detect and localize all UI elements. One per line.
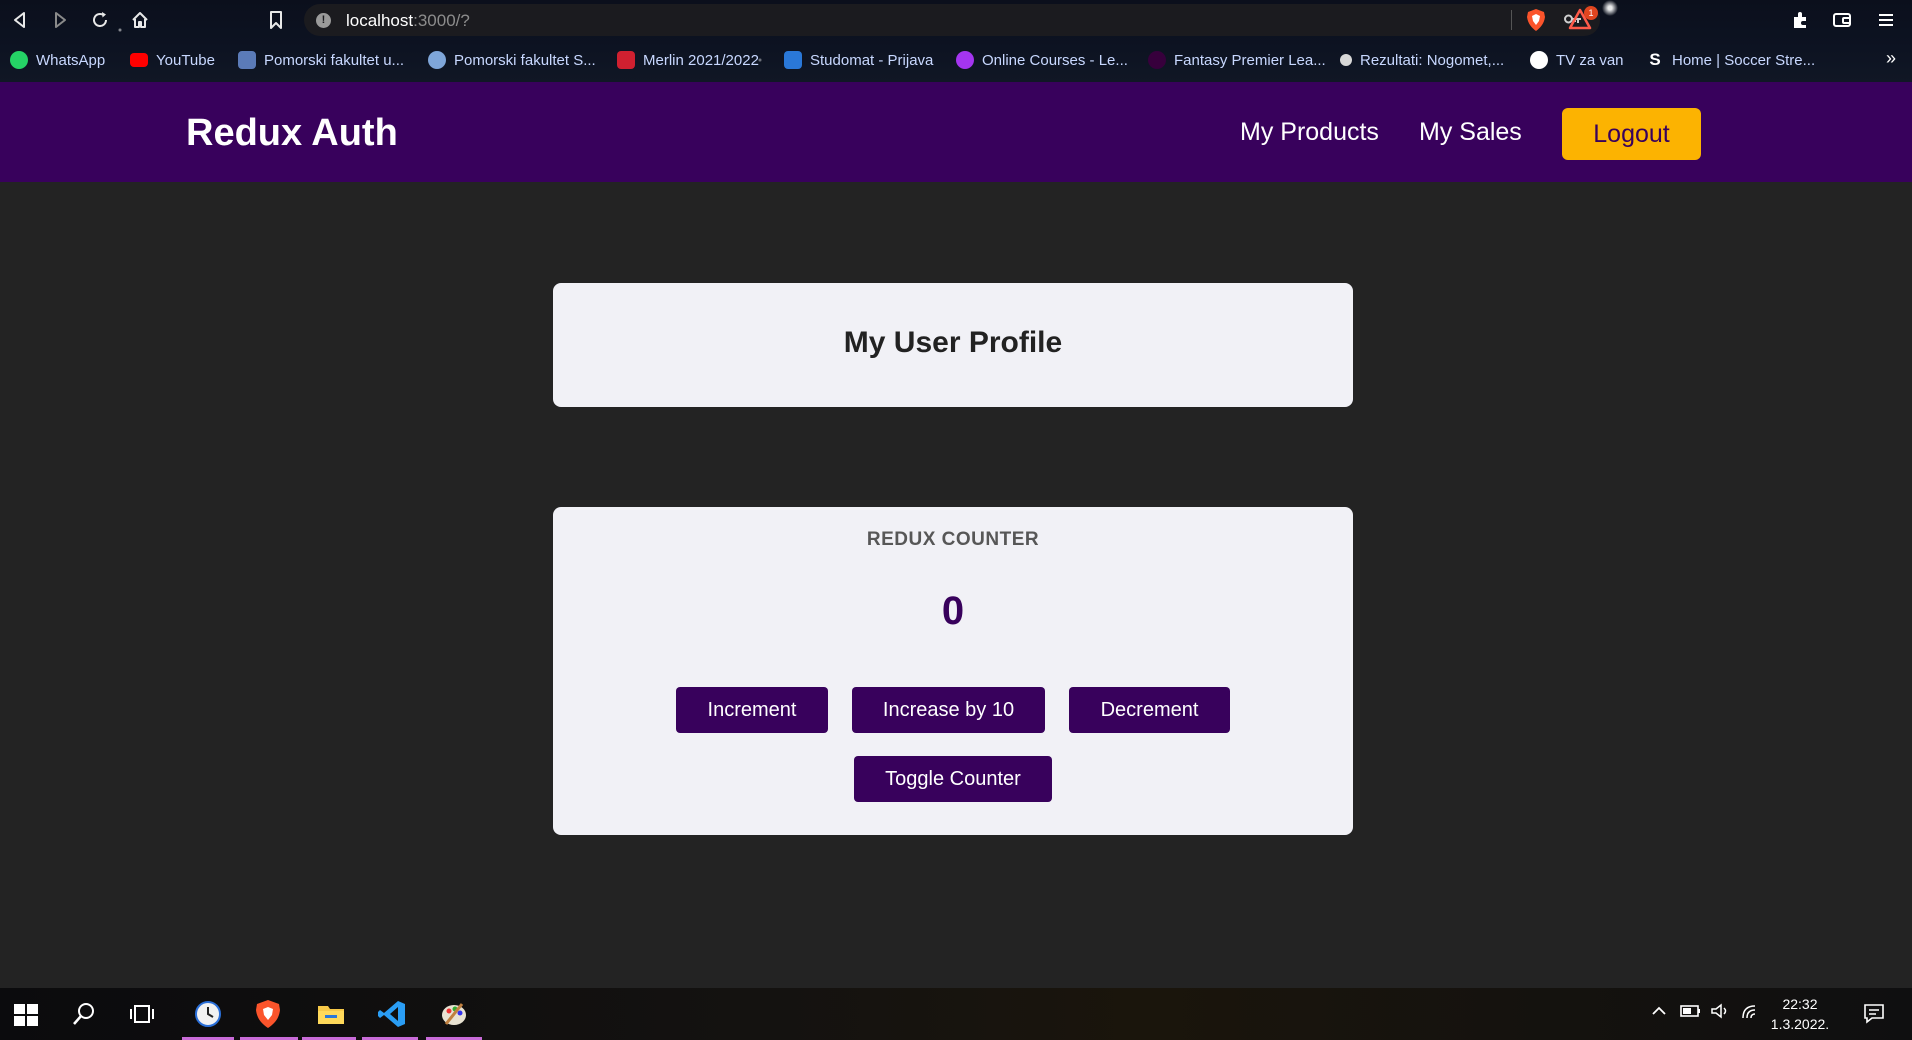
bookmark-label: Pomorski fakultet S... [454, 51, 596, 69]
extensions-icon[interactable] [1788, 8, 1812, 32]
url-host: localhost [346, 11, 414, 30]
counter-value: 0 [941, 589, 965, 633]
clock-app-icon[interactable] [192, 998, 224, 1030]
windows-start-icon[interactable] [10, 998, 42, 1030]
page-title: My User Profile [843, 326, 1063, 359]
bookmark-tv-za-van[interactable]: TV za van [1530, 50, 1624, 70]
toolbar-divider [1511, 10, 1512, 30]
back-icon[interactable] [8, 8, 32, 32]
bookmarks-bar: WhatsApp YouTube Pomorski fakultet u... … [0, 44, 1912, 74]
brand-logo[interactable]: Redux Auth [186, 112, 398, 155]
system-clock[interactable]: 22:32 1.3.2022. [1760, 994, 1840, 1034]
clock-time: 22:32 [1782, 996, 1818, 1012]
bookmark-label: Merlin 2021/2022 [643, 51, 759, 69]
brave-shield-icon[interactable] [1525, 8, 1547, 32]
decrement-button[interactable]: Decrement [1069, 687, 1230, 733]
forward-icon[interactable] [48, 8, 72, 32]
reload-icon[interactable] [88, 8, 112, 32]
nav-my-products[interactable]: My Products [1240, 118, 1379, 147]
bookmark-pomorski-1[interactable]: Pomorski fakultet u... [238, 50, 404, 70]
notification-center-icon[interactable] [1862, 1002, 1888, 1031]
bookmark-label: TV za van [1556, 51, 1624, 69]
toggle-counter-button[interactable]: Toggle Counter [854, 756, 1052, 802]
bookmark-label: Home | Soccer Stre... [1672, 51, 1816, 69]
bookmark-youtube[interactable]: YouTube [130, 50, 215, 70]
url-text[interactable]: localhost:3000/? [346, 11, 470, 31]
bookmark-label: Studomat - Prijava [810, 51, 934, 69]
increase-by-10-button[interactable]: Increase by 10 [852, 687, 1045, 733]
counter-heading: REDUX COUNTER [866, 529, 1040, 550]
paint-app-icon[interactable] [438, 998, 470, 1030]
rezultati-icon [1340, 54, 1352, 66]
profile-card: My User Profile [553, 283, 1353, 407]
youtube-icon [130, 53, 148, 67]
brave-browser-icon[interactable] [252, 998, 284, 1030]
task-view-icon[interactable] [126, 998, 158, 1030]
windows-taskbar: 22:32 1.3.2022. [0, 988, 1912, 1040]
bookmark-label: Online Courses - Le... [982, 51, 1128, 69]
menu-icon[interactable] [1874, 8, 1898, 32]
vscode-icon[interactable] [376, 998, 408, 1030]
clock-date: 1.3.2022. [1770, 1016, 1830, 1032]
address-bar[interactable]: ! localhost:3000/? [304, 4, 1600, 36]
counter-card: REDUX COUNTER 0 Increment Increase by 10… [553, 507, 1353, 835]
pomorski-icon [428, 51, 446, 69]
bookmark-whatsapp[interactable]: WhatsApp [10, 50, 105, 70]
browser-chrome: ! localhost:3000/? 1 WhatsApp YouTube Po… [0, 0, 1912, 82]
bookmark-studomat[interactable]: Studomat - Prijava [784, 50, 933, 70]
logout-button[interactable]: Logout [1562, 108, 1701, 160]
bookmark-rezultati[interactable]: Rezultati: Nogomet,... [1340, 50, 1504, 70]
bookmark-fantasy-premier[interactable]: Fantasy Premier Lea... [1148, 50, 1326, 70]
home-icon[interactable] [128, 8, 152, 32]
search-icon[interactable] [68, 998, 100, 1030]
site-info-icon[interactable]: ! [316, 13, 331, 28]
bookmark-pomorski-2[interactable]: Pomorski fakultet S... [428, 50, 596, 70]
bookmark-online-courses[interactable]: Online Courses - Le... [956, 50, 1128, 70]
bookmark-label: Pomorski fakultet u... [264, 51, 405, 69]
battery-icon[interactable] [1680, 1002, 1702, 1025]
merlin-icon [617, 51, 635, 69]
bookmark-label: Rezultati: Nogomet,... [1360, 51, 1505, 69]
bookmark-label: WhatsApp [36, 51, 106, 69]
premier-league-icon [1148, 51, 1166, 69]
chevron-up-icon[interactable] [1650, 1002, 1668, 1025]
wallet-icon[interactable] [1830, 8, 1854, 32]
globe-icon [1530, 51, 1548, 69]
rewards-badge: 1 [1584, 6, 1598, 20]
bookmark-label: Fantasy Premier Lea... [1174, 51, 1326, 69]
udemy-icon [956, 51, 974, 69]
browser-toolbar: ! localhost:3000/? 1 [0, 0, 1912, 40]
bookmarks-overflow-button[interactable]: » [1886, 48, 1896, 69]
wifi-icon[interactable] [1740, 1002, 1762, 1025]
volume-icon[interactable] [1710, 1002, 1732, 1025]
bookmark-icon[interactable] [264, 8, 288, 32]
increment-button[interactable]: Increment [676, 687, 828, 733]
bookmark-label: YouTube [156, 51, 215, 69]
file-explorer-icon[interactable] [315, 998, 347, 1030]
url-path: :3000/? [413, 11, 470, 30]
soccer-streams-icon: S [1649, 50, 1661, 69]
whatsapp-icon [10, 51, 28, 69]
studomat-icon [784, 51, 802, 69]
app-header: Redux Auth My Products My Sales Logout [0, 82, 1912, 182]
bookmark-soccer-streams[interactable]: S Home | Soccer Stre... [1646, 50, 1815, 70]
nav-my-sales[interactable]: My Sales [1419, 118, 1522, 147]
bookmark-merlin[interactable]: Merlin 2021/2022 [617, 50, 759, 70]
pomorski-icon [238, 51, 256, 69]
